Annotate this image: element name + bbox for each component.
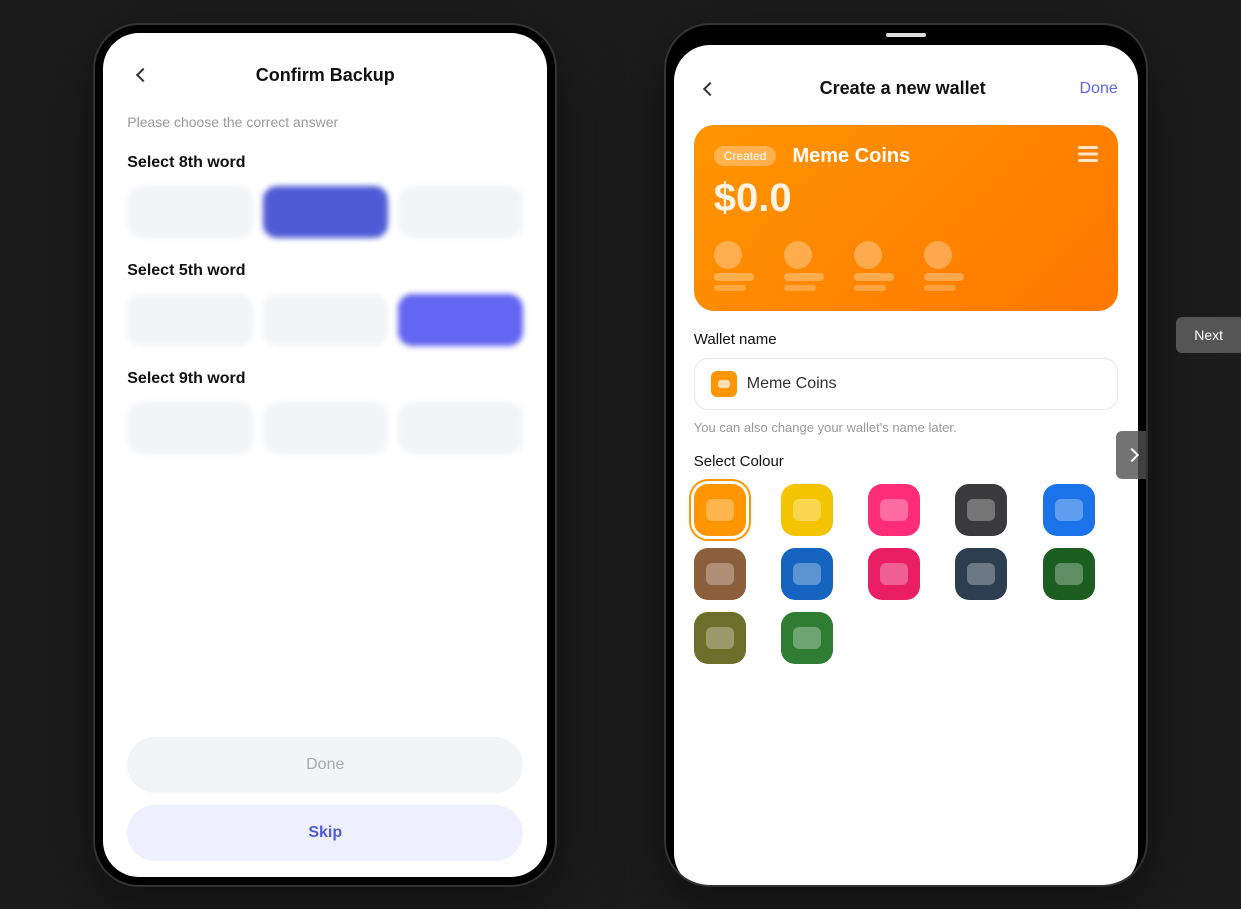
token-item-1 <box>714 241 754 291</box>
token-subtext-3 <box>854 285 886 291</box>
created-badge: Created <box>714 146 777 166</box>
scene: Confirm Backup Please choose the correct… <box>0 0 1241 909</box>
card-menu-icon[interactable] <box>1078 146 1098 167</box>
wallet-card: Created Meme Coins $0.0 <box>694 125 1118 311</box>
right-back-button[interactable] <box>694 73 726 105</box>
swatch-icon-blue <box>1055 499 1083 521</box>
done-link[interactable]: Done <box>1079 80 1117 98</box>
word-label-5: Select 5th word <box>127 262 523 280</box>
wallet-name-hint: You can also change your wallet's name l… <box>694 420 1118 435</box>
skip-button[interactable]: Skip <box>127 805 523 861</box>
swatch-icon-green <box>793 627 821 649</box>
swatch-icon-olive <box>706 627 734 649</box>
colour-swatch-orange[interactable] <box>694 484 746 536</box>
colour-swatch-blue[interactable] <box>1043 484 1095 536</box>
word-option-9-1[interactable] <box>127 402 252 454</box>
token-subtext-1 <box>714 285 746 291</box>
token-text-4 <box>924 273 964 281</box>
right-title: Create a new wallet <box>820 78 986 99</box>
word-option-8-1[interactable] <box>127 186 252 238</box>
token-subtext-2 <box>784 285 816 291</box>
word-option-8-3[interactable] <box>398 186 523 238</box>
right-screen: Create a new wallet Done Created Meme Co… <box>674 45 1138 885</box>
left-subtitle: Please choose the correct answer <box>127 114 523 130</box>
done-button-left[interactable]: Done <box>127 737 523 793</box>
colour-swatch-dark-blue[interactable] <box>781 548 833 600</box>
chevron-right-icon <box>1125 447 1139 461</box>
drag-handle <box>886 33 926 37</box>
left-phone: Confirm Backup Please choose the correct… <box>95 25 555 885</box>
swatch-icon-slate <box>967 563 995 585</box>
word-option-5-3[interactable] <box>398 294 523 346</box>
word-option-9-3[interactable] <box>398 402 523 454</box>
wallet-name-value: Meme Coins <box>747 375 837 393</box>
token-item-3 <box>854 241 894 291</box>
word-option-5-1[interactable] <box>127 294 252 346</box>
word-label-9: Select 9th word <box>127 370 523 388</box>
word-options-5 <box>127 294 523 346</box>
word-option-5-2[interactable] <box>263 294 388 346</box>
right-header: Create a new wallet Done <box>694 73 1118 105</box>
colour-label: Select Colour <box>694 453 1118 470</box>
colour-swatch-red-pink[interactable] <box>868 548 920 600</box>
swatch-icon-red-pink <box>880 563 908 585</box>
token-item-4 <box>924 241 964 291</box>
colour-grid <box>694 484 1118 664</box>
wallet-name-input-container[interactable]: Meme Coins <box>694 358 1118 410</box>
swatch-icon-dark-green <box>1055 563 1083 585</box>
colour-swatch-green[interactable] <box>781 612 833 664</box>
next-button[interactable]: Next <box>1176 317 1241 353</box>
right-phone: Create a new wallet Done Created Meme Co… <box>666 25 1146 885</box>
token-text-2 <box>784 273 824 281</box>
colour-swatch-brown[interactable] <box>694 548 746 600</box>
token-text-1 <box>714 273 754 281</box>
word-options-8 <box>127 186 523 238</box>
left-title: Confirm Backup <box>256 65 395 86</box>
left-screen: Confirm Backup Please choose the correct… <box>103 33 547 877</box>
wallet-tokens-row <box>714 241 1098 291</box>
right-back-chevron-icon <box>703 81 717 95</box>
token-subtext-4 <box>924 285 956 291</box>
wallet-icon-small <box>711 371 737 397</box>
colour-swatch-yellow[interactable] <box>781 484 833 536</box>
swatch-icon-dark <box>967 499 995 521</box>
swatch-icon-dark-blue <box>793 563 821 585</box>
word-options-9 <box>127 402 523 454</box>
word-label-8: Select 8th word <box>127 154 523 172</box>
colour-swatch-dark-green[interactable] <box>1043 548 1095 600</box>
token-dot-1 <box>714 241 742 269</box>
word-option-8-2[interactable] <box>263 186 388 238</box>
colour-swatch-dark[interactable] <box>955 484 1007 536</box>
wallet-card-name: Meme Coins <box>792 145 910 168</box>
swatch-icon-brown <box>706 563 734 585</box>
nav-chevron[interactable] <box>1116 431 1146 479</box>
word-section-9: Select 9th word <box>127 370 523 454</box>
word-section-8: Select 8th word <box>127 154 523 238</box>
swatch-icon-pink <box>880 499 908 521</box>
colour-swatch-slate[interactable] <box>955 548 1007 600</box>
token-item-2 <box>784 241 824 291</box>
wallet-balance: $0.0 <box>714 176 1098 221</box>
colour-swatch-olive[interactable] <box>694 612 746 664</box>
swatch-icon-orange <box>706 499 734 521</box>
swatch-icon-yellow <box>793 499 821 521</box>
token-dot-4 <box>924 241 952 269</box>
word-option-9-2[interactable] <box>263 402 388 454</box>
token-dot-2 <box>784 241 812 269</box>
back-button[interactable] <box>127 59 159 91</box>
token-dot-3 <box>854 241 882 269</box>
token-text-3 <box>854 273 894 281</box>
back-chevron-icon <box>136 68 150 82</box>
word-section-5: Select 5th word <box>127 262 523 346</box>
wallet-card-header: Created Meme Coins <box>714 145 1098 168</box>
wallet-name-label: Wallet name <box>694 331 1118 348</box>
colour-swatch-pink[interactable] <box>868 484 920 536</box>
left-header: Confirm Backup <box>127 65 523 86</box>
